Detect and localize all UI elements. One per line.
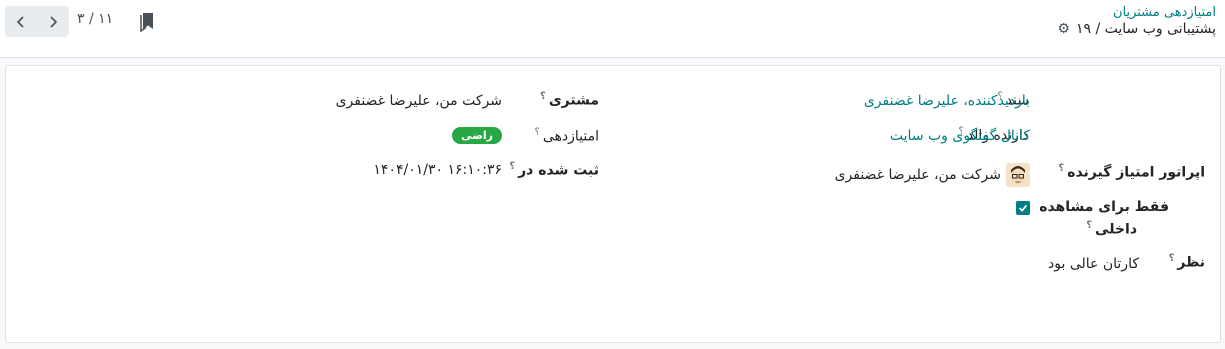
help-icon: ؟: [534, 127, 540, 138]
control-panel: امتیازدهی مشتریان پشتیبانی وب سایت / ۱۹ …: [0, 0, 1225, 58]
comment-label: نظر؟: [1168, 253, 1205, 271]
rating-label: امتیازدهی؟: [534, 127, 599, 145]
rated-operator-label: اپراتور امتیاز گیرنده؟: [1058, 163, 1205, 181]
rated-operator-value[interactable]: شرکت من، علیرضا غضنفری: [835, 167, 1001, 183]
pager-next-button[interactable]: [37, 6, 69, 37]
pager-value[interactable]: ۱۱ / ۳: [77, 11, 113, 27]
bookmark-icon[interactable]: [139, 12, 155, 32]
chevron-left-icon: [16, 15, 24, 28]
gear-icon[interactable]: ⚙: [1057, 21, 1070, 37]
submitted-on-label: ثبت شده در؟: [509, 161, 599, 179]
internal-only-checkbox[interactable]: [1016, 201, 1030, 215]
chevron-right-icon: [50, 15, 58, 28]
help-icon: ؟: [1168, 253, 1175, 264]
help-icon: ؟: [509, 161, 516, 172]
submitted-on-value[interactable]: ۱۴۰۴/۰۱/۳۰ ۱۶:۱۰:۳۶: [373, 162, 502, 178]
breadcrumb-parent-link[interactable]: امتیازدهی مشتریان: [1113, 5, 1216, 20]
internal-only-label-line2: داخلی؟: [1086, 220, 1137, 238]
pager-previous-button[interactable]: [5, 6, 37, 37]
comment-value[interactable]: کارتان عالی بود: [1048, 256, 1139, 272]
help-icon: ؟: [540, 91, 546, 102]
customer-value[interactable]: شرکت من، علیرضا غضنفری: [336, 93, 502, 109]
internal-only-label: فقط برای مشاهده: [1039, 199, 1169, 215]
breadcrumb-current: پشتیبانی وب سایت / ۱۹ ⚙: [1057, 21, 1216, 37]
customer-label: مشتری؟: [540, 91, 599, 109]
help-icon: ؟: [1086, 220, 1093, 231]
parent-holder-link[interactable]: کانال گفتگوی وب سایت: [890, 128, 1030, 144]
rating-badge: راضی: [452, 127, 502, 144]
pager-buttons: [5, 6, 69, 37]
record-title: پشتیبانی وب سایت / ۱۹: [1075, 21, 1216, 37]
avatar: [1006, 163, 1030, 187]
avatar-face-icon: [1006, 163, 1030, 187]
document-link[interactable]: بازدیدکننده، علیرضا غضنفری: [864, 93, 1030, 109]
form-sheet: سند؟ بازدیدکننده، علیرضا غضنفری دارنده و…: [5, 65, 1221, 343]
help-icon: ؟: [1058, 163, 1065, 174]
check-icon: [1018, 204, 1028, 212]
